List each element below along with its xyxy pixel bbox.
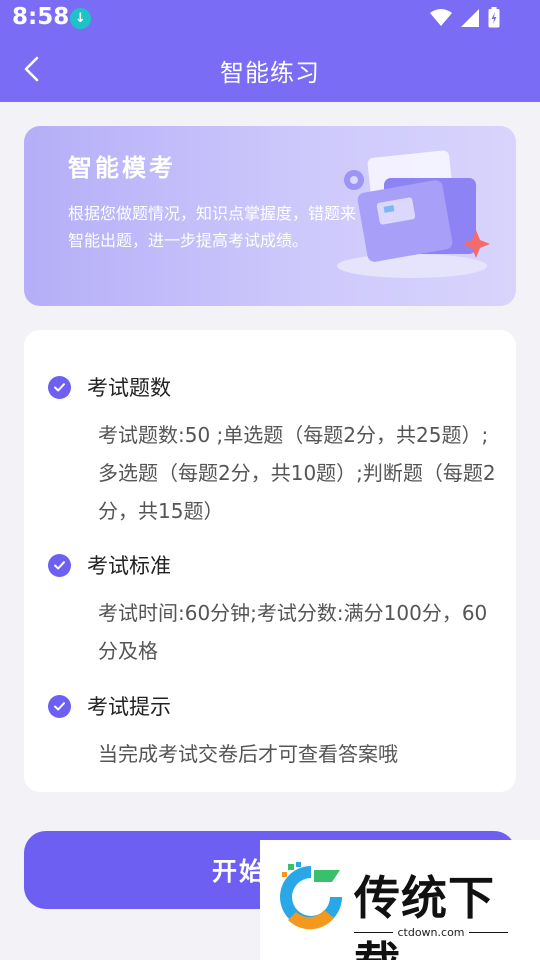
download-icon: ↓	[70, 8, 91, 29]
section-title: 考试标准	[87, 554, 171, 578]
status-bar: 8:58 ↓	[0, 0, 540, 36]
watermark-logo-icon	[280, 862, 342, 930]
page-title: 智能练习	[220, 59, 320, 87]
banner-description: 根据您做题情况，知识点掌握度，错题来智能出题，进一步提高考试成绩。	[68, 204, 357, 250]
battery-icon	[488, 7, 500, 28]
status-time: 8:58	[12, 4, 70, 30]
check-circle-icon	[48, 694, 71, 718]
watermark: 传统下载 ctdown.com	[260, 840, 540, 960]
watermark-url-row: ctdown.com	[354, 922, 508, 942]
smart-exam-banner: 智能模考 根据您做题情况，知识点掌握度，错题来智能出题，进一步提高考试成绩。	[24, 126, 516, 306]
system-icons	[430, 7, 500, 28]
folder-illustration	[337, 150, 490, 278]
wifi-icon	[430, 8, 452, 26]
section-title: 考试提示	[87, 695, 171, 719]
banner-title: 智能模考	[68, 154, 176, 182]
section-body: 考试题数:50 ;单选题（每题2分，共25题）;多选题（每题2分，共10题）;判…	[98, 423, 496, 523]
watermark-name: 传统下载	[354, 871, 495, 960]
section-exam-standard: 考试标准 考试时间:60分钟;考试分数:满分100分，60分及格	[48, 550, 496, 670]
app-bar: 智能练习	[0, 36, 540, 102]
section-body: 当完成考试交卷后才可查看答案哦	[98, 742, 398, 766]
watermark-url: ctdown.com	[397, 925, 465, 939]
signal-icon	[461, 8, 479, 27]
section-question-count: 考试题数 考试题数:50 ;单选题（每题2分，共25题）;多选题（每题2分，共1…	[48, 372, 496, 530]
section-title: 考试题数	[87, 376, 171, 400]
section-body: 考试时间:60分钟;考试分数:满分100分，60分及格	[98, 601, 488, 663]
section-exam-tips: 考试提示 当完成考试交卷后才可查看答案哦	[48, 691, 496, 773]
check-circle-icon	[48, 375, 71, 399]
exam-info-card: 考试题数 考试题数:50 ;单选题（每题2分，共25题）;多选题（每题2分，共1…	[24, 330, 516, 792]
start-button-label: 开始	[211, 857, 266, 886]
check-circle-icon	[48, 553, 71, 577]
